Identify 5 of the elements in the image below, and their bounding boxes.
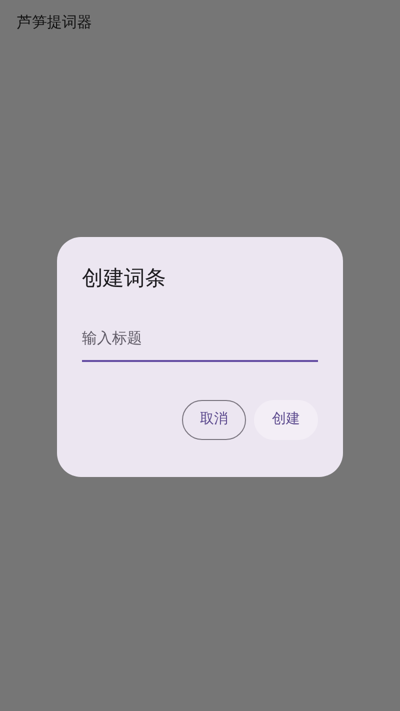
dialog-title: 创建词条 — [82, 265, 167, 292]
cancel-button[interactable]: 取消 — [182, 400, 246, 440]
create-button[interactable]: 创建 — [254, 400, 318, 440]
app-title: 芦笋提词器 — [17, 12, 92, 33]
title-input-field[interactable]: 输入标题 — [82, 327, 318, 362]
